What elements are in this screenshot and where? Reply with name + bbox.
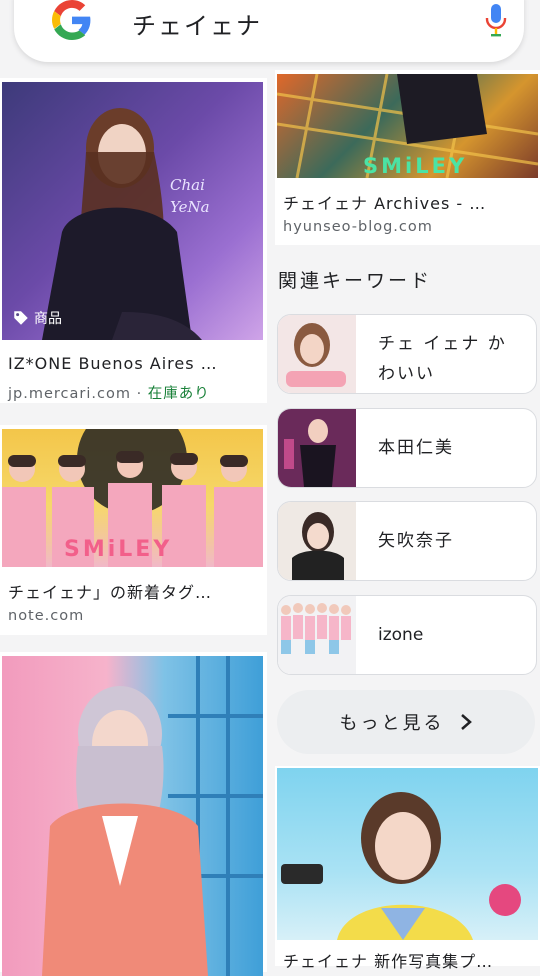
keyword-thumbnail [278, 409, 356, 487]
badge-label: 商品 [34, 311, 62, 327]
keyword-label: 矢吹奈子 [378, 531, 454, 551]
result-title[interactable]: IZ*ONE Buenos Aires … [8, 354, 218, 373]
result-title[interactable]: チェイェナ」の新着タグ… [8, 579, 212, 603]
related-keyword-item[interactable]: 矢吹奈子 [277, 501, 537, 581]
result-image[interactable]: SMiLEY [277, 74, 538, 178]
keyword-label: チェ イェナ か わいい [378, 329, 507, 389]
related-keyword-item[interactable]: チェ イェナ か わいい [277, 314, 537, 394]
result-image[interactable]: Chai YeNa 商品 [2, 82, 263, 340]
chevron-right-icon [460, 714, 472, 730]
result-image[interactable] [2, 656, 263, 976]
result-image[interactable]: SMiLEY [2, 429, 263, 567]
show-more-label: もっと見る [339, 713, 445, 734]
result-source: jp.mercari.com [8, 386, 131, 402]
related-keyword-item[interactable]: 本田仁美 [277, 408, 537, 488]
mic-icon[interactable] [484, 3, 508, 37]
tag-icon [14, 311, 28, 325]
related-keywords-heading: 関連キーワード [278, 270, 433, 292]
google-logo-icon[interactable] [52, 0, 92, 40]
result-card[interactable]: SMiLEY チェイェナ」の新着タグ… note.com [0, 425, 267, 635]
stock-status: 在庫あり [147, 386, 210, 402]
result-card[interactable]: SMiLEY チェイェナ Archives - … hyunseo-blog.c… [275, 70, 540, 245]
result-source: hyunseo-blog.com [283, 219, 433, 235]
result-source: note.com [8, 608, 85, 624]
result-card[interactable]: Chai YeNa 商品 IZ*ONE Buenos Aires … jp.me… [0, 78, 267, 403]
result-title[interactable]: チェイェナ 新作写真集プ… [283, 948, 493, 972]
image-caption: SMiLEY [64, 537, 173, 562]
separator-dot: · [136, 386, 148, 402]
related-keyword-item[interactable]: izone [277, 595, 537, 675]
keyword-thumbnail [278, 596, 356, 674]
image-caption: SMiLEY [363, 154, 468, 178]
keyword-thumbnail [278, 315, 356, 393]
result-card[interactable] [0, 652, 267, 976]
result-title[interactable]: チェイェナ Archives - … [283, 190, 486, 214]
keyword-thumbnail [278, 502, 356, 580]
portrait-illustration [281, 792, 521, 940]
keyword-label: 本田仁美 [378, 438, 454, 458]
search-query[interactable]: チェイェナ [132, 6, 262, 41]
show-more-button[interactable]: もっと見る [277, 690, 535, 754]
result-card[interactable]: チェイェナ 新作写真集プ… [275, 766, 540, 971]
image-caption: Chai YeNa [170, 176, 210, 216]
search-bar[interactable]: チェイェナ [14, 0, 524, 62]
keyword-label-line1: チェ イェナ か [378, 334, 507, 354]
keyword-label: izone [378, 625, 424, 645]
portrait-illustration [42, 656, 263, 976]
keyword-label-line2: わいい [378, 364, 435, 384]
result-image[interactable] [277, 768, 538, 940]
result-source-line: jp.mercari.com · 在庫あり [8, 382, 210, 403]
product-badge: 商品 [12, 308, 62, 328]
